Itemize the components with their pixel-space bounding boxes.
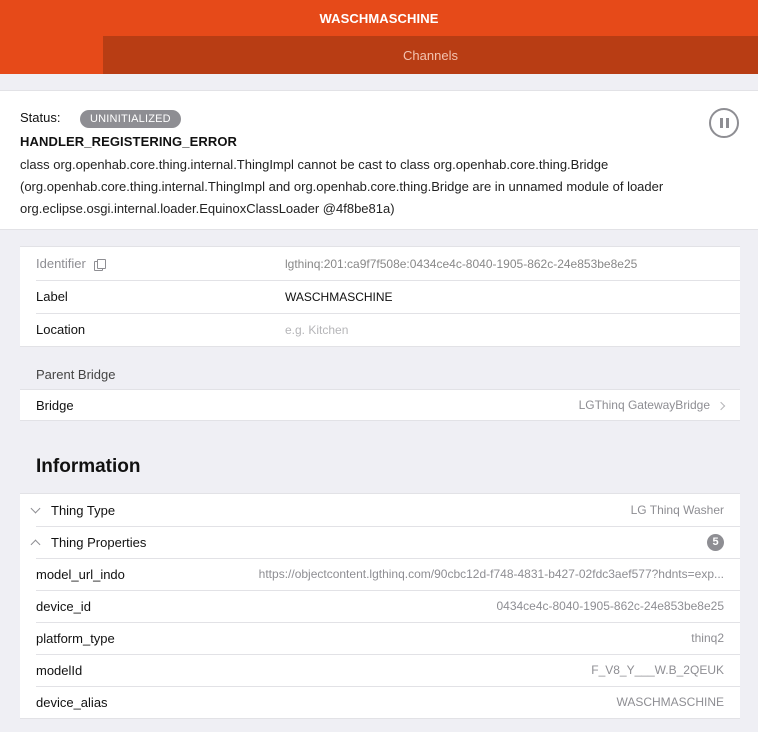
location-field-label: Location [36, 322, 86, 337]
bridge-row[interactable]: Bridge LGThinq GatewayBridge [20, 390, 740, 420]
identifier-row: Identifier lgthinq:201:ca9f7f508e:0434ce… [20, 247, 740, 280]
thing-details-list: Identifier lgthinq:201:ca9f7f508e:0434ce… [20, 246, 740, 347]
status-badge: UNINITIALIZED [80, 110, 181, 128]
status-card: Status: UNINITIALIZED HANDLER_REGISTERIN… [0, 90, 758, 230]
thing-type-row[interactable]: Thing Type LG Thinq Washer [20, 494, 740, 526]
bridge-label: Bridge [36, 397, 74, 413]
property-key: device_id [36, 598, 91, 614]
property-key: modelId [36, 662, 83, 678]
label-field-value[interactable]: WASCHMASCHINE [285, 290, 393, 304]
bridge-value[interactable]: LGThinq GatewayBridge [579, 398, 726, 412]
thing-type-label: Thing Type [51, 502, 116, 518]
chevron-right-icon [716, 401, 726, 411]
page-title: WASCHMASCHINE [319, 10, 439, 26]
identifier-value: lgthinq:201:ca9f7f508e:0434ce4c-8040-190… [285, 256, 638, 271]
label-field-label: Label [36, 289, 68, 304]
information-title: Information [36, 456, 141, 477]
thing-properties-label: Thing Properties [51, 534, 147, 550]
chevron-down-icon [30, 503, 41, 514]
property-row: device_id 0434ce4c-8040-1905-862c-24e853… [20, 590, 740, 622]
status-label: Status: [20, 110, 61, 125]
status-description: class org.openhab.core.thing.internal.Th… [20, 157, 664, 216]
copy-icon[interactable] [93, 259, 106, 272]
property-key: platform_type [36, 630, 115, 646]
label-row[interactable]: Label WASCHMASCHINE [20, 280, 740, 313]
property-key: model_url_indo [36, 566, 125, 582]
property-value: thinq2 [691, 631, 724, 645]
property-value: F_V8_Y___W.B_2QEUK [591, 663, 724, 677]
information-list: Thing Type LG Thinq Washer Thing Propert… [20, 493, 740, 719]
parent-bridge-list: Bridge LGThinq GatewayBridge [20, 389, 740, 421]
properties-count-badge: 5 [707, 533, 724, 551]
property-row: platform_type thinq2 [20, 622, 740, 654]
property-value: 0434ce4c-8040-1905-862c-24e853be8e25 [496, 599, 724, 613]
property-value: https://objectcontent.lgthinq.com/90cbc1… [258, 567, 724, 581]
location-row[interactable]: Location e.g. Kitchen [20, 313, 740, 346]
top-navbar: WASCHMASCHINE Channels [0, 0, 758, 74]
property-row: modelId F_V8_Y___W.B_2QEUK [20, 654, 740, 686]
property-value: WASCHMASCHINE [616, 695, 724, 709]
status-detail: HANDLER_REGISTERING_ERROR [20, 134, 238, 149]
thing-properties-row[interactable]: Thing Properties 5 [20, 526, 740, 558]
chevron-up-icon [30, 539, 41, 550]
thing-type-value: LG Thinq Washer [630, 503, 724, 517]
location-input[interactable]: e.g. Kitchen [285, 323, 348, 337]
property-row: device_alias WASCHMASCHINE [20, 686, 740, 718]
tab-channels[interactable]: Channels [403, 48, 458, 63]
identifier-label: Identifier [36, 256, 106, 272]
parent-bridge-title: Parent Bridge [36, 367, 116, 382]
property-key: device_alias [36, 694, 108, 710]
pause-button[interactable] [709, 108, 739, 138]
property-row: model_url_indo https://objectcontent.lgt… [20, 558, 740, 590]
tab-bar: Channels [103, 36, 758, 74]
